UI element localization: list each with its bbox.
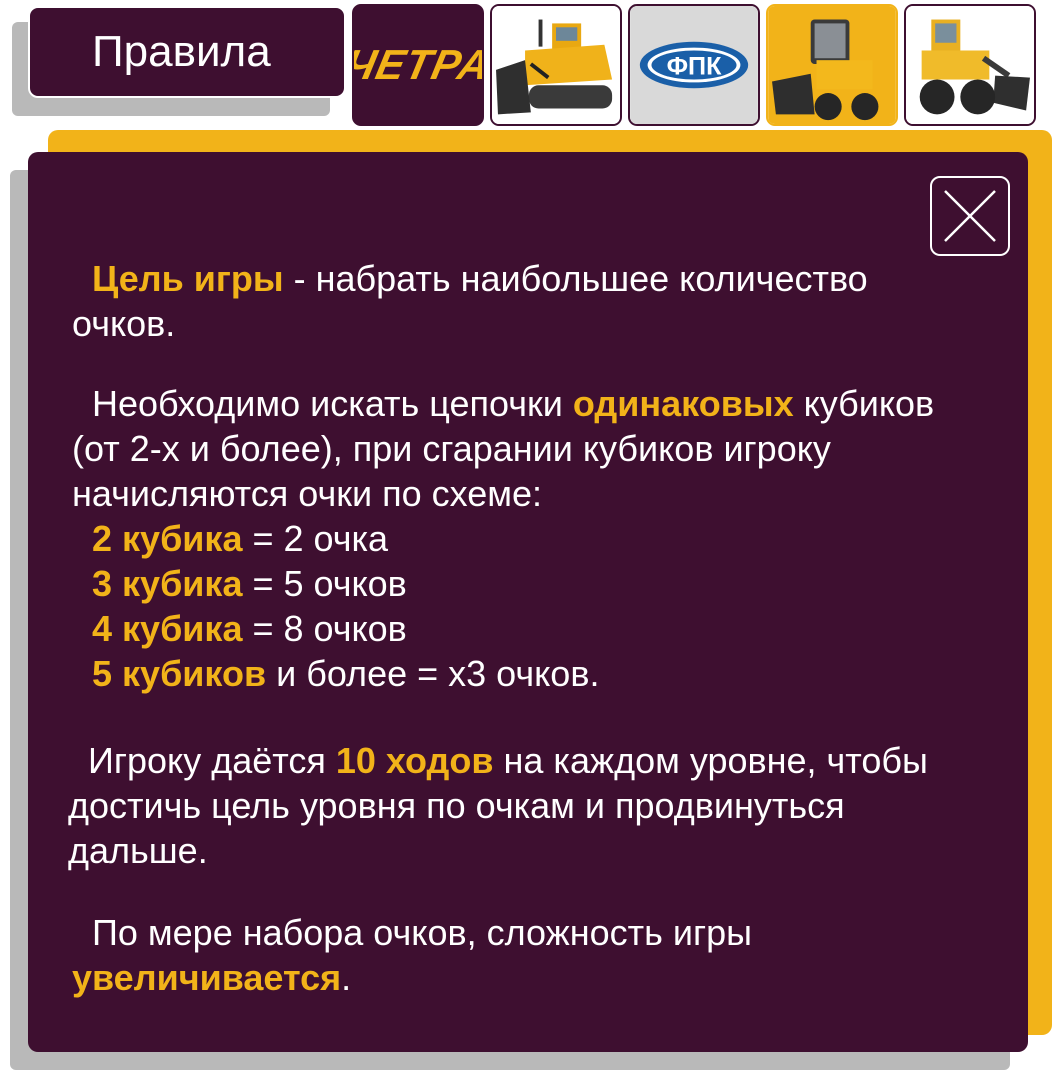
chains-paragraph: Необходимо искать цепочки одинаковых куб… [92,381,934,426]
goal-paragraph: Цель игры - набрать наибольшее количеств… [92,256,868,301]
moves-text-post: на каждом уровне, чтобы [493,740,928,781]
rules-title-tab: Правила [28,6,346,98]
close-button[interactable] [930,176,1010,256]
score-row: 4 кубика = 8 очков [92,606,407,651]
score-row-text: и более = x3 очков. [266,653,600,694]
moves-paragraph-line3: дальше. [68,828,208,873]
close-icon [944,190,996,242]
fpk-logo-image: ФПК [630,6,758,124]
score-row-highlight: 4 кубика [92,608,243,649]
wheel-loader-thumbnail[interactable] [904,4,1036,126]
difficulty-paragraph: По мере набора очков, сложность игры [92,910,752,955]
moves-highlight: 10 ходов [335,740,494,781]
bulldozer-thumbnail[interactable] [490,4,622,126]
chains-text-pre: Необходимо искать цепочки [92,383,573,424]
score-row-highlight: 2 кубика [92,518,243,559]
chains-text-line3: начисляются очки по схеме: [72,473,543,514]
goal-highlight: Цель игры [92,258,284,299]
goal-text-line2: очков. [72,303,176,344]
difficulty-text-post: . [341,957,352,998]
goal-paragraph-line2: очков. [72,301,175,346]
fpk-logo-text: ФПК [667,53,723,81]
wheel-loader-image [906,6,1034,124]
chains-text-line2: (от 2-х и более), при сгарании кубиков и… [72,428,831,469]
moves-text-line3: дальше. [68,830,208,871]
score-row-highlight: 3 кубика [92,563,243,604]
chains-text-post: кубиков [793,383,935,424]
chetra-logo-thumbnail[interactable]: ЧЕТРА [352,4,484,126]
rules-title: Правила [92,27,271,76]
score-row: 5 кубиков и более = x3 очков. [92,651,599,696]
score-row-text: = 2 очка [242,518,389,559]
goal-text: - набрать наибольшее количество [283,258,868,299]
difficulty-text: По мере набора очков, сложность игры [92,912,752,953]
moves-paragraph-line2: достичь цель уровня по очкам и продвинут… [68,783,845,828]
bulldozer-image [492,6,620,124]
moves-paragraph: Игроку даётся 10 ходов на каждом уровне,… [88,738,928,783]
skid-steer-loader-thumbnail[interactable] [766,4,898,126]
moves-text-line2: достичь цель уровня по очкам и продвинут… [68,785,845,826]
moves-text-pre: Игроку даётся [88,740,336,781]
difficulty-paragraph-line2: увеличивается. [72,955,351,1000]
fpk-logo-thumbnail[interactable]: ФПК [628,4,760,126]
score-row-text: = 8 очков [242,608,407,649]
score-row: 3 кубика = 5 очков [92,561,407,606]
chains-paragraph-line2: (от 2-х и более), при сгарании кубиков и… [72,426,831,471]
difficulty-highlight: увеличивается [72,957,342,998]
skid-steer-loader-image [768,6,896,124]
score-row-text: = 5 очков [242,563,407,604]
chains-highlight: одинаковых [572,383,794,424]
chetra-logo-text: ЧЕТРА [352,41,484,88]
score-row: 2 кубика = 2 очка [92,516,388,561]
score-row-highlight: 5 кубиков [92,653,267,694]
chains-paragraph-line3: начисляются очки по схеме: [72,471,542,516]
